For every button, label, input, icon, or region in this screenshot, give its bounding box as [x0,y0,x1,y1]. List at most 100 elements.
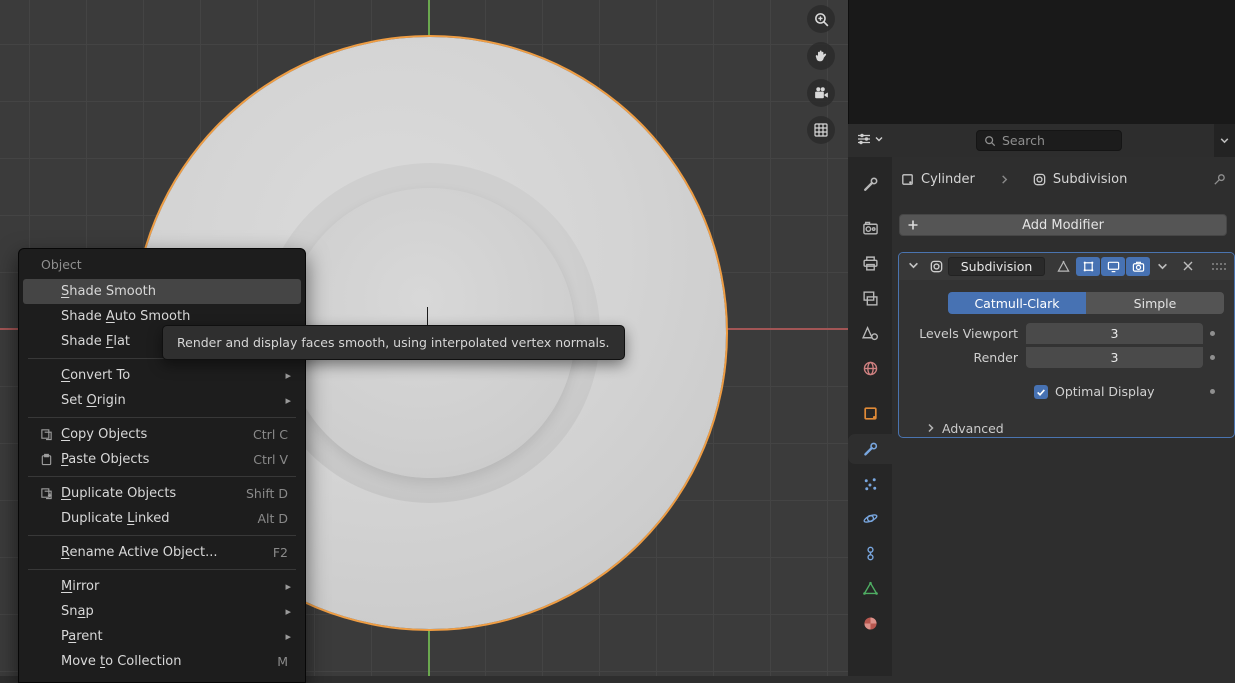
realtime-display-toggle[interactable] [1101,257,1125,276]
scene-icon [862,325,879,342]
tab-physics-properties[interactable] [848,503,892,533]
on-cage-toggle[interactable] [1051,257,1075,276]
add-modifier-label: Add Modifier [1022,218,1104,233]
subdivision-modifier-panel: Subdivision [898,252,1235,438]
tab-render-properties[interactable] [848,213,892,243]
zoom-gizmo-button[interactable] [807,5,835,33]
submenu-arrow-icon: ▸ [285,630,291,643]
optimal-display-checkbox[interactable] [1034,385,1048,399]
animate-dot[interactable] [1210,331,1215,336]
camera-view-gizmo-button[interactable] [807,79,835,107]
subdivision-modifier-icon [929,259,944,274]
menu-item-label: Set Origin [61,393,126,408]
breadcrumb-modifier-name[interactable]: Subdivision [1053,172,1128,187]
tab-particles-properties[interactable] [848,469,892,499]
menu-item-label: Move to Collection [61,654,182,669]
modifier-display-toggles [1051,257,1150,276]
menu-item-label: Duplicate Objects [61,486,176,501]
menu-item-shortcut: M [277,654,288,669]
optimal-display-label: Optimal Display [1055,382,1155,402]
duplicate-icon [36,487,56,500]
outliner-area[interactable] [848,0,1235,124]
menu-item-label: Mirror [61,579,99,594]
breadcrumb: Cylinder Subdivision [892,166,1235,192]
menu-item-paste-objects[interactable]: Paste ObjectsCtrl V [23,447,301,472]
animate-dot[interactable] [1210,355,1215,360]
pin-icon[interactable] [1212,172,1227,187]
search-input[interactable]: Search [976,130,1122,151]
menu-item-duplicate-linked[interactable]: Duplicate Linked Alt D [23,506,301,531]
modifier-panel-header[interactable]: Subdivision [899,253,1234,280]
menu-item-convert-to[interactable]: Convert To▸ [23,363,301,388]
advanced-section-toggle[interactable]: Advanced [899,419,1235,437]
menu-item-shade-smooth[interactable]: Shade Smooth [23,279,301,304]
search-icon [984,135,996,147]
modifier-extras-chevron-icon[interactable] [1157,261,1168,272]
menu-separator [28,535,296,536]
menu-item-copy-objects[interactable]: Copy ObjectsCtrl C [23,422,301,447]
output-icon [862,255,879,272]
menu-item-label: Shade Flat [61,334,130,349]
header-options-button[interactable] [1214,124,1235,157]
menu-item-label: Shade Auto Smooth [61,309,190,324]
modifier-name-field[interactable]: Subdivision [948,257,1045,276]
tab-world-properties[interactable] [848,353,892,383]
object-icon [862,405,879,422]
chevron-right-icon [999,174,1010,185]
particles-icon [862,476,879,493]
tab-material-properties[interactable] [848,608,892,638]
tab-tool-properties[interactable] [848,169,892,199]
menu-item-set-origin[interactable]: Set Origin▸ [23,388,301,413]
simple-button[interactable]: Simple [1086,292,1224,314]
properties-tab-column [848,157,892,676]
right-editors: Search Cylinder Subdivision [848,0,1235,676]
levels-viewport-field[interactable]: 3 [1026,323,1203,344]
menu-item-duplicate-objects[interactable]: Duplicate Objects Shift D [23,481,301,506]
pan-hand-icon [813,48,829,64]
catmull-clark-button[interactable]: Catmull-Clark [948,292,1086,314]
render-display-toggle[interactable] [1126,257,1150,276]
add-modifier-button[interactable]: Add Modifier [899,214,1227,236]
menu-item-shortcut: Shift D [246,486,288,501]
tab-constraints-properties[interactable] [848,538,892,568]
editor-type-dropdown[interactable] [856,131,884,147]
tab-object-properties[interactable] [848,398,892,428]
tab-object-data-properties[interactable] [848,573,892,603]
close-icon[interactable] [1182,260,1194,272]
render-levels-row: Render 3 [899,347,1235,368]
collapse-chevron-icon[interactable] [908,260,919,271]
menu-item-shortcut: Ctrl C [253,427,288,442]
menu-item-rename-active-object[interactable]: Rename Active Object...F2 [23,540,301,565]
submenu-arrow-icon: ▸ [285,605,291,618]
menu-item-mirror[interactable]: Mirror ▸ [23,574,301,599]
menu-item-shortcut: Alt D [257,511,288,526]
plus-icon [907,219,919,231]
tab-output-properties[interactable] [848,248,892,278]
tooltip-text: Render and display faces smooth, using i… [177,335,610,350]
breadcrumb-object-name[interactable]: Cylinder [921,172,975,187]
search-placeholder: Search [1002,133,1045,148]
orthographic-grid-gizmo-button[interactable] [807,116,835,144]
drag-handle-icon[interactable] [1211,262,1227,271]
render-levels-label: Render [899,347,1018,368]
pan-hand-gizmo-button[interactable] [807,42,835,70]
menu-item-snap[interactable]: Snap ▸ [23,599,301,624]
tab-modifiers-properties[interactable] [848,434,892,464]
tab-scene-properties[interactable] [848,318,892,348]
tab-view-layer-properties[interactable] [848,283,892,313]
edit-mode-toggle[interactable] [1076,257,1100,276]
menu-item-label: Snap [61,604,94,619]
menu-item-parent[interactable]: Parent▸ [23,624,301,649]
animate-dot[interactable] [1210,389,1215,394]
menu-separator [28,569,296,570]
physics-icon [862,510,879,527]
levels-viewport-row: Levels Viewport 3 [899,323,1235,344]
context-menu-title: Object [19,249,305,279]
submenu-arrow-icon: ▸ [285,580,291,593]
menu-item-label: Duplicate Linked [61,511,170,526]
menu-separator [28,417,296,418]
render-levels-field[interactable]: 3 [1026,347,1203,368]
menu-item-move-to-collection[interactable]: Move to Collection M [23,649,301,674]
properties-editor-icon [856,131,872,147]
world-icon [862,360,879,377]
